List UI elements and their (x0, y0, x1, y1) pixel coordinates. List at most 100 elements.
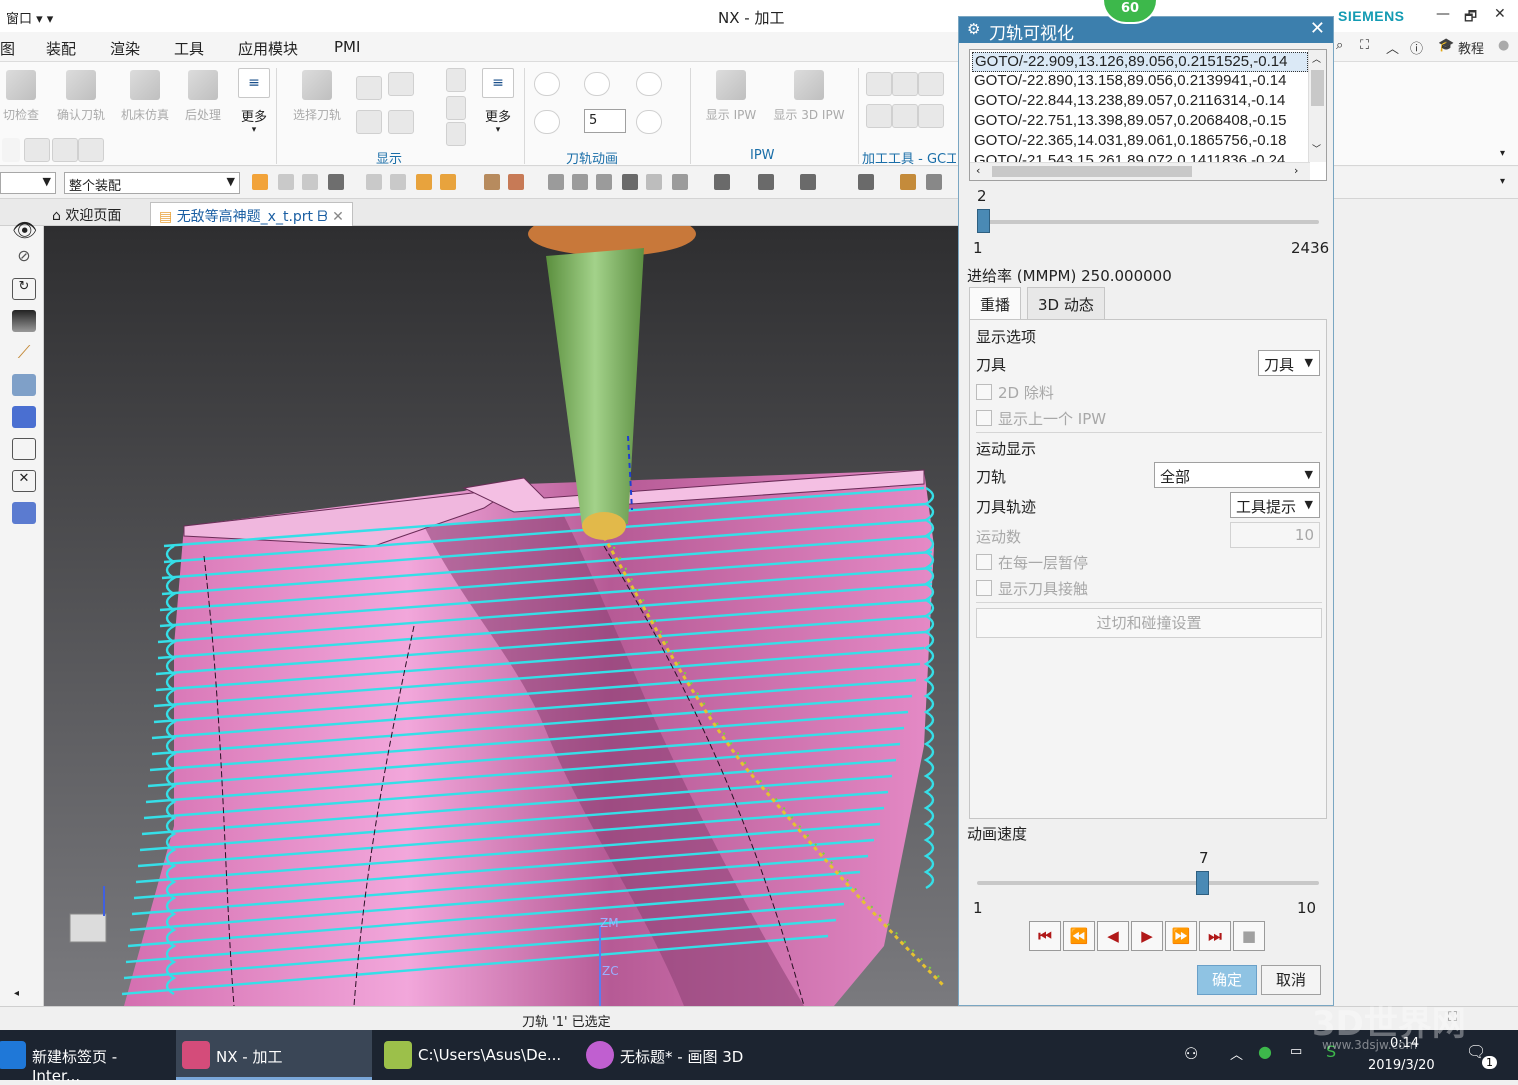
verify-toolpath-button[interactable]: 确认刀轨 (48, 66, 114, 123)
hscroll-thumb[interactable] (992, 166, 1192, 177)
taskbar-paint3d[interactable]: 无标题* - 画图 3D (580, 1030, 776, 1080)
snap-icon-9[interactable] (508, 174, 524, 190)
speed-slider-thumb[interactable] (1196, 871, 1210, 895)
group-machining-tools-label[interactable]: 加工工具 - GC工 (862, 148, 956, 167)
close-view-icon[interactable]: ✕ (12, 470, 36, 492)
fast-forward-to-end-button[interactable]: ⏭ (1199, 921, 1231, 951)
tab-close-icon[interactable]: ✕ (332, 209, 344, 225)
selection-scope-combo[interactable]: 整个装配 ▼ (64, 172, 240, 194)
scroll-left-icon[interactable]: ‹ (976, 164, 980, 177)
toolbar-options-icon[interactable]: ▾ (1500, 176, 1505, 187)
graphics-viewport[interactable]: ZM ZC (44, 226, 958, 1006)
display-icon-4[interactable] (388, 110, 414, 134)
snap-icon-2[interactable] (302, 174, 318, 190)
snap-icon-3[interactable] (328, 174, 344, 190)
eye-icon[interactable]: 👁 (12, 218, 37, 242)
machining-tool-icon-5[interactable] (892, 104, 918, 128)
collapse-ribbon-icon[interactable]: ︿ (1386, 38, 1399, 57)
scroll-down-icon[interactable]: ﹀ (1312, 142, 1321, 155)
anim-step-fwd-icon[interactable] (636, 110, 662, 134)
play-reverse-button[interactable]: ◀ (1097, 921, 1129, 951)
roles-icon[interactable] (12, 502, 36, 524)
pause-each-layer-checkbox[interactable] (976, 554, 992, 570)
more-button-2[interactable]: ≡ 更多 ▾ (478, 66, 518, 135)
menu-pmi[interactable]: PMI (334, 38, 360, 56)
wireframe-icon[interactable] (646, 174, 662, 190)
anim-pause-icon[interactable] (584, 72, 610, 96)
machining-tool-icon-3[interactable] (918, 72, 944, 96)
search-icon[interactable]: ⌕ (1336, 38, 1343, 53)
type-filter-combo[interactable]: ▼ (0, 172, 56, 194)
tab-3d-dynamic[interactable]: 3D 动态 (1027, 287, 1105, 319)
machining-tool-icon-1[interactable] (866, 72, 892, 96)
menu-app-modules[interactable]: 应用模块 (238, 38, 298, 59)
scroll-right-icon[interactable]: › (1294, 164, 1298, 177)
gear-icon[interactable]: ⚙ (967, 20, 980, 38)
constraint-icon[interactable] (12, 438, 36, 460)
step-forward-button[interactable]: ⏩ (1165, 921, 1197, 951)
view-icon-2[interactable] (572, 174, 588, 190)
motion-slider[interactable] (977, 220, 1319, 224)
minimize-button[interactable]: — (1436, 6, 1450, 22)
rotate-icon[interactable]: ↻ (12, 278, 36, 300)
restore-button[interactable]: 🗗 (1464, 6, 1477, 30)
dialog-title-bar[interactable]: ⚙ 刀轨可视化 ✕ (959, 17, 1333, 44)
tab-welcome[interactable]: ⌂ 欢迎页面 (44, 202, 129, 226)
machining-tool-icon-4[interactable] (866, 104, 892, 128)
show-3d-ipw-button[interactable]: 显示 3D IPW (766, 66, 852, 123)
display-icon-3[interactable] (356, 110, 382, 134)
battery-icon[interactable]: ▭ (1290, 1044, 1302, 1059)
collapse-arrow-icon[interactable]: ◂ (14, 988, 19, 999)
cancel-button[interactable]: 取消 (1261, 965, 1321, 995)
anim-step-back-icon[interactable] (534, 110, 560, 134)
tool-trace-combo[interactable]: 工具提示 ▼ (1230, 492, 1320, 518)
goto-row[interactable]: GOTO/-21.543,15.261,89.072,0.1411836,-0.… (972, 152, 1308, 162)
motion-count-input[interactable]: 10 (1230, 522, 1320, 548)
more-button-1[interactable]: ≡ 更多 ▾ (234, 66, 274, 135)
measure-icon[interactable] (926, 174, 942, 190)
goto-horizontal-scrollbar[interactable]: ‹ › (970, 162, 1310, 180)
layers-icon[interactable] (446, 96, 466, 120)
prev-ipw-checkbox[interactable] (976, 410, 992, 426)
help-icon[interactable]: ⓘ (1410, 38, 1423, 57)
view-icon-3[interactable] (596, 174, 612, 190)
tool-icon[interactable] (2, 138, 20, 162)
toolpath-display-combo[interactable]: 全部 ▼ (1154, 462, 1320, 488)
scroll-up-icon[interactable]: ︿ (1312, 52, 1321, 65)
step-back-button[interactable]: ⏪ (1063, 921, 1095, 951)
render-icon[interactable] (714, 174, 730, 190)
menu-assembly[interactable]: 装配 (46, 38, 76, 59)
ok-button[interactable]: 确定 (1197, 965, 1257, 995)
fullscreen-icon[interactable]: ⛶ (1360, 38, 1369, 53)
tab-replay[interactable]: 重播 (969, 287, 1022, 319)
2d-removal-checkbox[interactable] (976, 384, 992, 400)
section-icon[interactable] (800, 174, 816, 190)
goto-row[interactable]: GOTO/-22.844,13.238,89.057,0.2116314,-0.… (972, 92, 1308, 112)
tray-app-icon[interactable]: ● (1258, 1042, 1272, 1061)
machining-tool-icon-2[interactable] (892, 72, 918, 96)
arrow-up-icon[interactable] (446, 68, 466, 92)
shaded-icon[interactable] (622, 174, 638, 190)
dialog-close-icon[interactable]: ✕ (1310, 18, 1325, 39)
assembly-nav-icon[interactable] (12, 406, 36, 428)
goto-row[interactable]: GOTO/-22.365,14.031,89.061,0.1865756,-0.… (972, 132, 1308, 152)
rewind-to-start-button[interactable]: ⏮ (1029, 921, 1061, 951)
play-forward-button[interactable]: ▶ (1131, 921, 1163, 951)
show-ipw-button[interactable]: 显示 IPW (698, 66, 764, 123)
cube-icon[interactable] (758, 174, 774, 190)
machining-tool-icon-6[interactable] (918, 104, 944, 128)
motion-slider-thumb[interactable] (977, 209, 991, 233)
show-hidden-icon[interactable]: ︿ (1230, 1044, 1243, 1063)
select-toolpath-button[interactable]: 选择刀轨 (284, 66, 350, 123)
snap-icon-1[interactable] (278, 174, 294, 190)
stop-button[interactable]: ■ (1233, 921, 1265, 951)
gouge-collision-settings-button[interactable]: 过切和碰撞设置 (976, 608, 1322, 638)
tab-part[interactable]: ▤ 无敌等高神题_x_t.prt ᗷ ✕ (150, 202, 353, 226)
layer-icon[interactable] (858, 174, 874, 190)
clock-date[interactable]: 2019/3/20 (1368, 1058, 1435, 1073)
menu-view[interactable]: 图 (0, 38, 15, 59)
goto-row[interactable]: GOTO/-22.909,13.126,89.056,0.2151525,-0.… (972, 52, 1308, 72)
view-icon-1[interactable] (548, 174, 564, 190)
menu-tools[interactable]: 工具 (174, 38, 204, 59)
group-toolpath-anim-label[interactable]: 刀轨动画 (566, 148, 618, 167)
